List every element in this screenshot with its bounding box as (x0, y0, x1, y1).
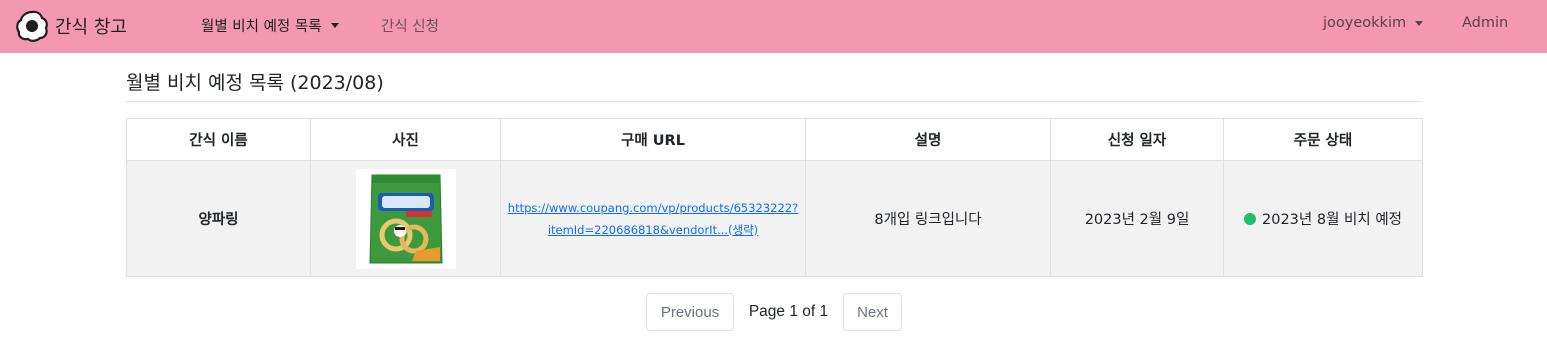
snack-url-cell: https://www.coupang.com/vp/products/6532… (500, 160, 806, 277)
header-date: 신청 일자 (1050, 118, 1224, 161)
snack-photo[interactable] (355, 168, 456, 269)
snack-name: 양파링 (126, 160, 311, 277)
table-row: 양파링 https://www.coupang.com/vp/products/… (126, 160, 1423, 277)
page-indicator: Page 1 of 1 (748, 303, 829, 320)
navbar: 간식 창고 월별 비치 예정 목록 간식 신청 jooyeokkim Admin (0, 0, 1547, 53)
fried-egg-logo-icon (16, 10, 48, 42)
snack-package-image-icon (355, 168, 456, 269)
header-status: 주문 상태 (1223, 118, 1423, 161)
nav-user-label: jooyeokkim (1323, 15, 1407, 31)
nav-monthly-label: 월별 비치 예정 목록 (201, 19, 322, 35)
previous-page-button[interactable]: Previous (646, 293, 734, 331)
snack-table: 간식 이름 사진 구매 URL 설명 신청 일자 주문 상태 양파링 https… (126, 118, 1423, 277)
pagination: Previous Page 1 of 1 Next (0, 293, 1547, 331)
caret-down-icon (1415, 20, 1424, 26)
table-header-row: 간식 이름 사진 구매 URL 설명 신청 일자 주문 상태 (126, 118, 1423, 161)
snack-photo-cell (310, 160, 501, 277)
order-status-text: 2023년 8월 비치 예정 (1262, 212, 1402, 228)
header-url: 구매 URL (500, 118, 806, 161)
caret-down-icon (330, 23, 339, 28)
request-date: 2023년 2월 9일 (1050, 160, 1224, 277)
header-photo: 사진 (310, 118, 501, 161)
header-name: 간식 이름 (126, 118, 311, 161)
brand-title: 간식 창고 (55, 17, 127, 38)
purchase-url-link-line1[interactable]: https://www.coupang.com/vp/products/6532… (501, 197, 805, 219)
page-title: 월별 비치 예정 목록 (2023/08) (126, 72, 384, 94)
nav-admin-link[interactable]: Admin (1462, 15, 1508, 31)
snack-description: 8개입 링크입니다 (805, 160, 1051, 277)
header-description: 설명 (805, 118, 1051, 161)
nav-admin-label: Admin (1462, 15, 1509, 31)
title-divider (126, 101, 1422, 102)
order-status-cell: 2023년 8월 비치 예정 (1223, 160, 1423, 277)
nav-monthly-dropdown[interactable]: 월별 비치 예정 목록 (201, 15, 339, 36)
status-dot-icon (1244, 212, 1256, 225)
nav-user-dropdown[interactable]: jooyeokkim (1323, 15, 1424, 31)
next-page-button[interactable]: Next (843, 293, 902, 331)
status-badge: 2023년 8월 비치 예정 (1244, 208, 1402, 229)
purchase-url-link-line2[interactable]: itemId=220686818&vendorIt...(생략) (501, 219, 805, 241)
brand-link[interactable]: 간식 창고 (15, 9, 127, 43)
nav-request-link[interactable]: 간식 신청 (381, 15, 439, 36)
nav-request-label: 간식 신청 (381, 19, 439, 35)
